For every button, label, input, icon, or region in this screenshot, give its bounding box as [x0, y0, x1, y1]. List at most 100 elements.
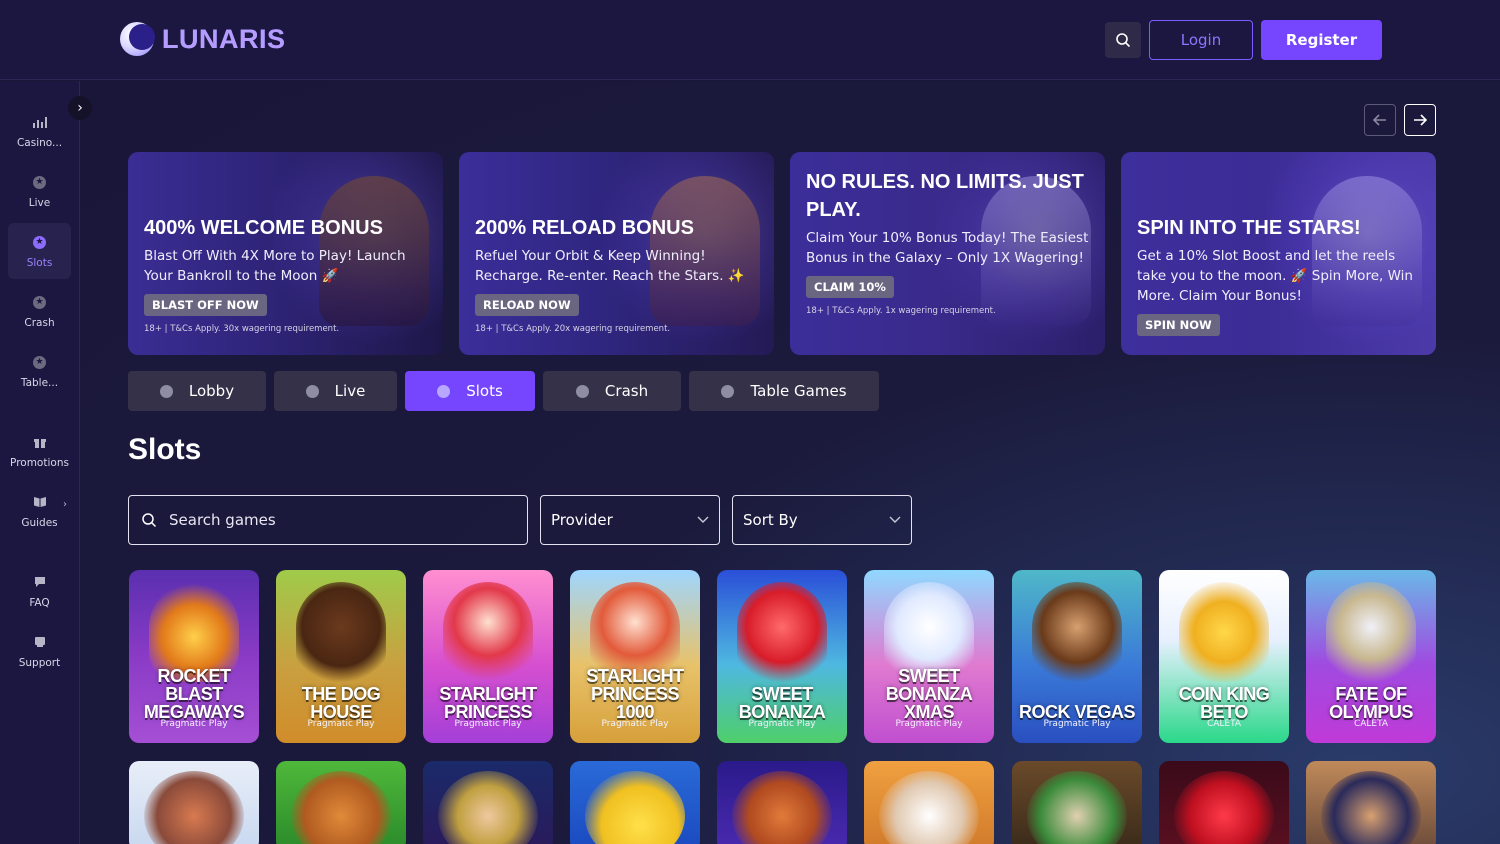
game-provider: Pragmatic Play — [454, 719, 522, 729]
promo-banner-reload[interactable]: 200% RELOAD BONUS Refuel Your Orbit & Ke… — [459, 152, 774, 355]
gift-icon — [33, 433, 47, 451]
sidebar-item-casino[interactable]: Casino... — [8, 103, 71, 159]
banner-text: Blast Off With 4X More to Play! Launch Y… — [144, 248, 406, 284]
game-tile-sweet-bonanza-xmas[interactable]: SWEET BONANZA XMAS Pragmatic Play — [864, 570, 994, 743]
tab-label: Lobby — [188, 382, 235, 400]
page-title: Slots — [128, 433, 202, 466]
star-icon: ★ — [33, 235, 46, 249]
login-button[interactable]: Login — [1149, 20, 1253, 60]
provider-select[interactable]: Provider — [540, 495, 720, 545]
tab-table-games[interactable]: Table Games — [689, 371, 879, 411]
chat-icon — [33, 573, 47, 591]
sort-select[interactable]: Sort By — [732, 495, 912, 545]
promo-banner-no-rules[interactable]: NO RULES. NO LIMITS. JUST PLAY. Claim Yo… — [790, 152, 1105, 355]
sidebar-item-guides[interactable]: Guides › — [8, 483, 71, 539]
star-icon: ★ — [33, 295, 46, 309]
game-tile-starlight-princess[interactable]: STARLIGHT PRINCESS Pragmatic Play — [423, 570, 553, 743]
game-tile-rock-vegas[interactable]: ROCK VEGAS Pragmatic Play — [1012, 570, 1142, 743]
game-tile[interactable] — [1306, 761, 1436, 844]
game-artwork — [144, 771, 244, 844]
game-provider: CALETA — [1353, 719, 1389, 729]
carousel-next-button[interactable] — [1404, 104, 1436, 136]
chevron-down-icon — [697, 516, 709, 523]
game-artwork — [1174, 771, 1274, 844]
game-title: THE DOG HOUSE — [301, 684, 381, 722]
chevron-down-icon — [889, 516, 901, 523]
sidebar-item-label: Crash — [24, 317, 55, 329]
game-provider: Pragmatic Play — [748, 719, 816, 729]
search-icon — [1116, 33, 1131, 48]
tab-slots[interactable]: Slots — [405, 371, 535, 411]
game-artwork — [1179, 582, 1269, 682]
game-tile[interactable] — [129, 761, 259, 844]
banner-terms: 18+ | T&Cs Apply. 30x wagering requireme… — [144, 324, 340, 334]
sidebar-item-support[interactable]: Support — [8, 623, 71, 679]
chevron-right-icon: › — [77, 100, 83, 116]
search-icon — [142, 513, 157, 528]
sidebar-item-slots[interactable]: ★ Slots — [8, 223, 71, 279]
game-tile[interactable] — [864, 761, 994, 844]
game-tile[interactable] — [570, 761, 700, 844]
game-artwork — [296, 582, 386, 682]
spin-now-button[interactable]: SPIN NOW — [1137, 314, 1220, 336]
promo-banner-welcome[interactable]: 400% WELCOME BONUS Blast Off With 4X Mor… — [128, 152, 443, 355]
claim-10-button[interactable]: CLAIM 10% — [806, 276, 894, 298]
game-tile[interactable] — [1159, 761, 1289, 844]
search-games-field[interactable] — [128, 495, 528, 545]
game-provider: CALETA — [1206, 719, 1242, 729]
sidebar-item-live[interactable]: ★ Live — [8, 163, 71, 219]
sidebar: Casino... ★ Live ★ Slots ★ Crash ★ Table… — [0, 81, 80, 844]
sidebar-collapse-button[interactable]: › — [68, 96, 92, 120]
search-input[interactable] — [169, 511, 499, 529]
game-title: SWEET BONANZA XMAS — [885, 666, 973, 722]
sidebar-item-label: Promotions — [10, 457, 69, 469]
sidebar-item-label: Support — [18, 657, 61, 669]
sidebar-item-crash[interactable]: ★ Crash — [8, 283, 71, 339]
game-tile[interactable] — [717, 761, 847, 844]
game-tile-the-dog-house[interactable]: THE DOG HOUSE Pragmatic Play — [276, 570, 406, 743]
game-artwork — [1326, 582, 1416, 682]
sidebar-item-label: Table... — [20, 377, 59, 389]
banner-title: 200% RELOAD BONUS — [475, 217, 694, 239]
tab-lobby[interactable]: Lobby — [128, 371, 266, 411]
game-tile-rocket-blast-megaways[interactable]: ROCKET BLAST MEGAWAYS Pragmatic Play — [129, 570, 259, 743]
game-tile-starlight-princess-1000[interactable]: STARLIGHT PRINCESS 1000 Pragmatic Play — [570, 570, 700, 743]
game-tile[interactable] — [423, 761, 553, 844]
banner-title: 400% WELCOME BONUS — [144, 217, 383, 239]
carousel-prev-button[interactable] — [1364, 104, 1396, 136]
tab-live[interactable]: Live — [274, 371, 397, 411]
logo[interactable]: LUNARIS — [120, 22, 286, 56]
sidebar-item-table-games[interactable]: ★ Table... — [8, 343, 71, 399]
top-header: LUNARIS Login Register — [0, 0, 1500, 80]
tab-label: Live — [334, 382, 366, 400]
game-tile-fate-of-olympus[interactable]: FATE OF OLYMPUS CALETA — [1306, 570, 1436, 743]
sort-select-label: Sort By — [743, 511, 798, 529]
banner-text: Refuel Your Orbit & Keep Winning! Rechar… — [475, 248, 745, 284]
game-title: FATE OF OLYMPUS — [1329, 684, 1413, 722]
game-artwork — [732, 771, 832, 844]
promo-banner-spin[interactable]: SPIN INTO THE STARS! Get a 10% Slot Boos… — [1121, 152, 1436, 355]
sidebar-item-promotions[interactable]: Promotions — [8, 423, 71, 479]
game-artwork — [1027, 771, 1127, 844]
tab-crash[interactable]: Crash — [543, 371, 681, 411]
game-title: COIN KING BETO — [1178, 684, 1270, 722]
game-title: STARLIGHT PRINCESS 1000 — [586, 666, 684, 722]
blast-off-now-button[interactable]: BLAST OFF NOW — [144, 294, 267, 316]
game-artwork — [291, 771, 391, 844]
register-button[interactable]: Register — [1261, 20, 1382, 60]
game-tile-coin-king-beto[interactable]: COIN KING BETO CALETA — [1159, 570, 1289, 743]
game-tile-sweet-bonanza[interactable]: SWEET BONANZA Pragmatic Play — [717, 570, 847, 743]
support-icon — [33, 633, 47, 651]
chevron-right-icon: › — [63, 499, 67, 510]
search-button[interactable] — [1105, 22, 1141, 58]
tab-label: Table Games — [750, 382, 847, 400]
star-icon — [575, 384, 589, 398]
game-artwork — [1032, 582, 1122, 682]
game-tile[interactable] — [1012, 761, 1142, 844]
sidebar-item-faq[interactable]: FAQ — [8, 563, 71, 619]
moon-logo-icon — [120, 22, 155, 56]
reload-now-button[interactable]: RELOAD NOW — [475, 294, 579, 316]
game-tile[interactable] — [276, 761, 406, 844]
star-icon — [159, 384, 173, 398]
game-title: STARLIGHT PRINCESS — [439, 684, 537, 722]
